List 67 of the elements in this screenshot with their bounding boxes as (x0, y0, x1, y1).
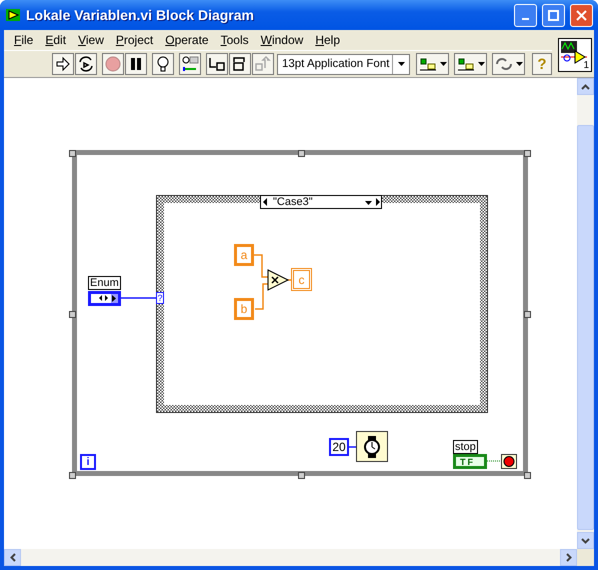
menu-item[interactable]: Window (254, 33, 310, 47)
align-icon (418, 56, 438, 72)
menu-item[interactable]: Operate (159, 33, 215, 47)
watch-icon (362, 435, 382, 459)
minimize-button[interactable] (514, 4, 537, 26)
retain-icon (180, 54, 200, 74)
resize-handle[interactable] (69, 472, 76, 479)
menu-item[interactable]: View (72, 33, 110, 47)
scroll-up-icon (581, 84, 590, 90)
menu-item[interactable]: Help (309, 33, 346, 47)
menu-item[interactable]: File (8, 33, 40, 47)
vertical-scrollbar[interactable] (577, 78, 594, 549)
vi-icon (5, 7, 21, 23)
resize-handle[interactable] (524, 311, 531, 318)
resize-handle[interactable] (298, 472, 305, 479)
boolean-control: TF (453, 454, 487, 469)
menu-item[interactable]: Edit (39, 33, 72, 47)
abort-icon (103, 54, 123, 74)
dropdown-arrow-icon (440, 62, 447, 66)
scroll-right-icon (566, 553, 572, 562)
highlight-button[interactable] (152, 53, 174, 75)
dropdown-arrow-icon (398, 62, 404, 66)
close-icon (576, 10, 587, 20)
run-button[interactable] (52, 53, 74, 75)
local-variable: a (234, 244, 254, 266)
case-tunnel: ? (156, 292, 164, 304)
local-variable: b (234, 298, 254, 320)
close-button[interactable] (570, 4, 593, 26)
maximize-button[interactable] (542, 4, 565, 26)
control-label: stop (453, 440, 478, 454)
maximize-icon (548, 10, 559, 20)
resize-handle[interactable] (524, 150, 531, 157)
font-dropdown[interactable]: 13pt Application Font (277, 54, 410, 74)
dropdown-arrow-icon (516, 62, 523, 66)
case-selector[interactable]: "Case3" (260, 195, 382, 209)
menu-item[interactable]: Project (110, 33, 160, 47)
menu-item[interactable]: Tools (214, 33, 255, 47)
resize-handle[interactable] (69, 311, 76, 318)
horizontal-scrollbar[interactable] (4, 549, 577, 566)
window-title: Lokale Variablen.vi Block Diagram (26, 7, 255, 23)
reorder-icon (494, 56, 514, 72)
wire (253, 254, 293, 310)
scroll-down-icon (581, 538, 590, 544)
resize-handle[interactable] (298, 150, 305, 157)
reorder-button[interactable] (492, 53, 525, 75)
numeric-constant: 20 (329, 438, 349, 456)
dropdown-arrow-icon (478, 62, 485, 66)
minimize-icon (522, 18, 529, 20)
step-over-button[interactable] (229, 53, 251, 75)
increment-arrow-icon (375, 196, 381, 208)
iteration-terminal: i (80, 454, 96, 470)
multiply-node (268, 269, 290, 291)
control-label: Enum (88, 276, 121, 290)
resize-handle[interactable] (524, 472, 531, 479)
distribute-icon (456, 56, 476, 72)
resize-handle[interactable] (69, 150, 76, 157)
step-out-icon (253, 54, 273, 74)
run-continuous-button[interactable] (75, 53, 97, 75)
decrement-arrow-icon (261, 196, 269, 208)
distribute-button[interactable] (454, 53, 487, 75)
indicator-terminal: c (293, 270, 310, 289)
align-button[interactable] (416, 53, 449, 75)
retain-button[interactable] (179, 53, 201, 75)
step-into-button[interactable] (206, 53, 228, 75)
scroll-left-icon (10, 553, 16, 562)
pause-button[interactable] (125, 53, 147, 75)
vi-icon: 1 (558, 38, 592, 72)
